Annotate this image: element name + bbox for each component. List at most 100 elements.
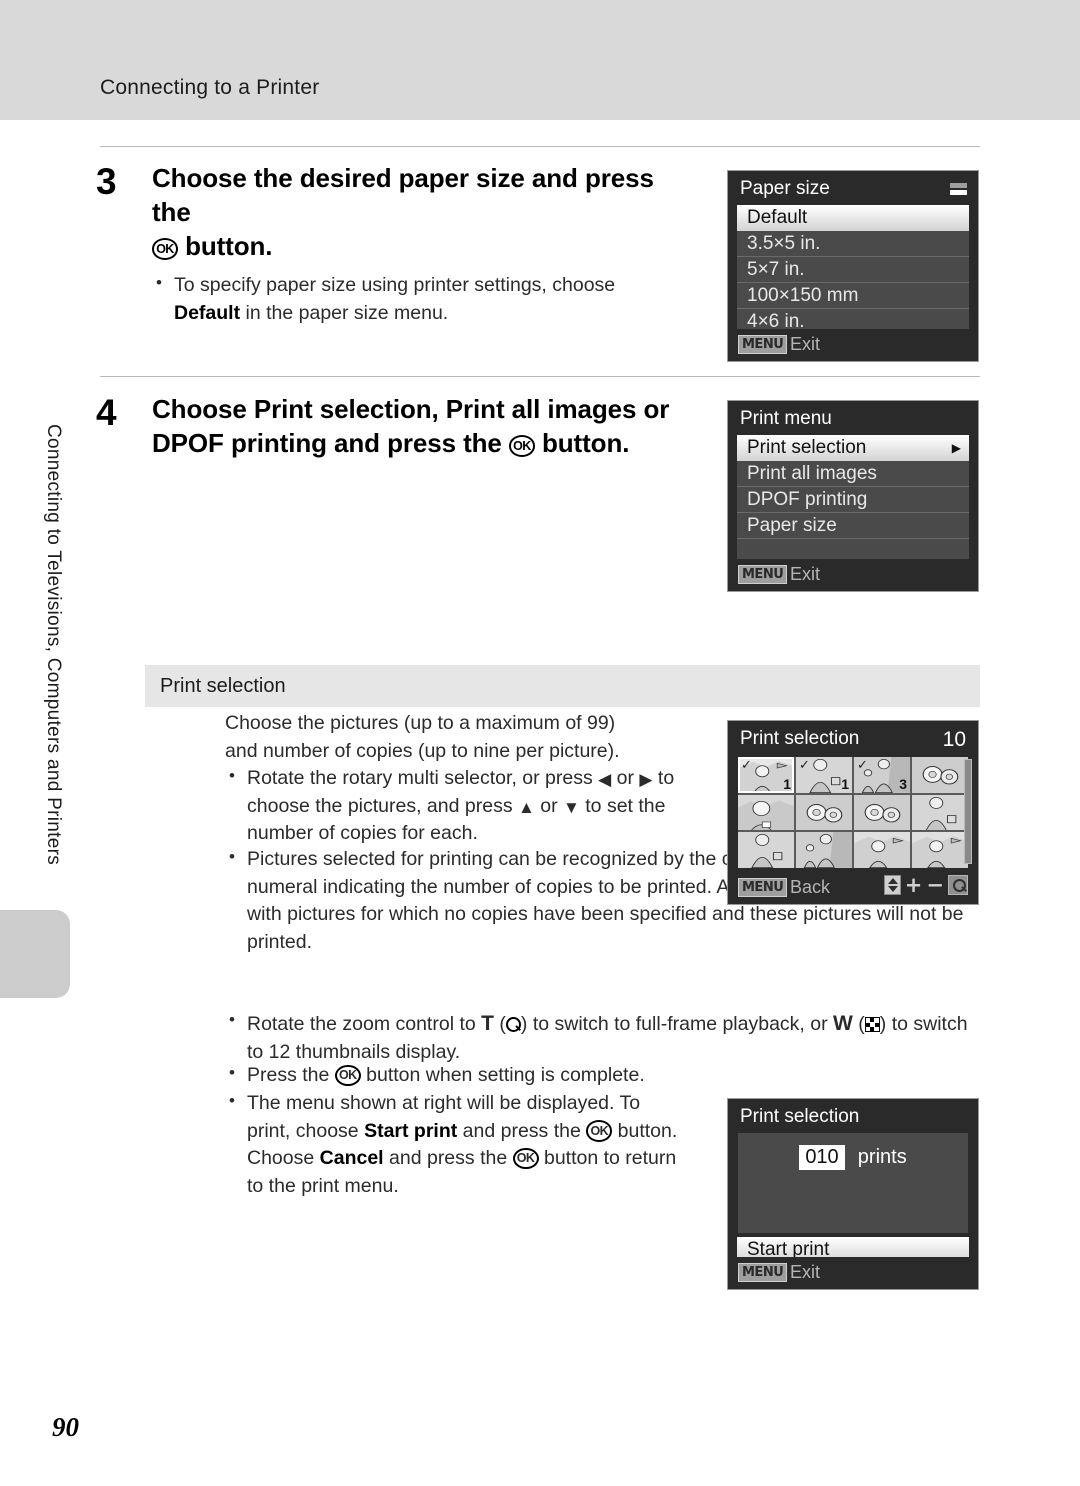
footer-action-label: Exit: [790, 564, 821, 584]
thumbnail-cell[interactable]: [912, 757, 968, 793]
step-4-end: button.: [541, 427, 630, 458]
section-intro-line1: Choose the pictures (up to a maximum of …: [225, 712, 616, 734]
b3-part1: Rotate the zoom control to: [247, 1013, 476, 1035]
thumbnail-cell[interactable]: [854, 832, 910, 868]
menu-item-print-all-images[interactable]: Print all images: [737, 461, 969, 487]
bullet-multi-selector: Rotate the rotary multi selector, or pre…: [225, 764, 695, 848]
thumbnail-cell[interactable]: [738, 832, 794, 868]
menu-item-label: Print selection: [747, 437, 867, 458]
footer-action-label: Back: [790, 877, 831, 897]
thumbnail-grid[interactable]: ✓ 1 ✓ 1 ✓ 3: [738, 757, 968, 868]
thumbnail-grid-icon: [864, 1017, 880, 1032]
menu-item-100x150[interactable]: 100×150 mm: [737, 283, 969, 309]
wide-zoom-label: W: [833, 1012, 853, 1035]
step-3-bullet-bold: Default: [174, 302, 241, 325]
screen-title: Paper size: [740, 178, 830, 199]
screen-title: Print menu: [740, 408, 832, 429]
ok-button-icon: OK: [152, 238, 178, 260]
selected-count: 10: [942, 728, 966, 751]
b5-bold-cancel: Cancel: [319, 1147, 384, 1170]
grid-scrollbar[interactable]: [964, 759, 972, 864]
thumbnail-cell[interactable]: [912, 832, 968, 868]
left-triangle-icon: ◀: [598, 770, 612, 789]
chevron-right-icon: ▶: [951, 441, 961, 455]
page-title: Connecting to a Printer: [100, 76, 320, 99]
b1-part4: or: [540, 794, 558, 817]
b5-part2: and press the: [462, 1119, 581, 1142]
bullet-press-ok: Press the OK button when setting is comp…: [225, 1061, 980, 1090]
step-4-title: Choose Print selection, Print all images…: [152, 393, 697, 461]
b1-part1: Rotate the rotary multi selector, or pre…: [247, 767, 593, 789]
screen-paper-size: Paper size Default 3.5×5 in. 5×7 in. 100…: [727, 170, 979, 362]
chapter-sidebar-label: Connecting to Televisions, Computers and…: [43, 424, 64, 866]
divider-step4: [100, 376, 980, 377]
prints-label: prints: [857, 1146, 907, 1168]
menu-button-badge[interactable]: MENU: [738, 565, 788, 584]
menu-item-dpof-printing[interactable]: DPOF printing: [737, 487, 969, 513]
b5-part4: and press the: [389, 1147, 508, 1170]
menu-item-print-selection[interactable]: Print selection ▶: [737, 435, 969, 461]
step-3-number: 3: [96, 161, 117, 202]
thumbnail-cell[interactable]: [738, 794, 794, 831]
thumbnail-cell[interactable]: [854, 794, 910, 831]
menu-item-paper-size[interactable]: Paper size: [737, 513, 969, 539]
thumbnail-cell[interactable]: [912, 794, 968, 831]
step-3-bullet-line2: in the paper size menu.: [245, 302, 449, 325]
ok-button-icon: OK: [512, 1147, 539, 1170]
check-mark-icon: ✓: [857, 758, 868, 773]
right-triangle-icon: ▶: [639, 770, 653, 789]
bullet-start-print-menu: The menu shown at right will be displaye…: [225, 1089, 680, 1201]
b5-bold-start-print: Start print: [364, 1119, 458, 1142]
section-intro-line2: and number of copies (up to nine per pic…: [225, 739, 620, 762]
menu-button-badge[interactable]: MENU: [738, 878, 788, 897]
menu-item-default[interactable]: Default: [737, 205, 969, 231]
thumbnail-cell[interactable]: [796, 832, 852, 868]
step-4-bold-dpof: DPOF printing: [152, 427, 327, 458]
paper-size-list[interactable]: Default 3.5×5 in. 5×7 in. 100×150 mm 4×6…: [737, 205, 969, 335]
screen-print-selection-grid: Print selection 10 ✓ 1 ✓ 1 ✓ 3 MENU Back…: [727, 720, 979, 905]
divider-top: [100, 146, 980, 147]
b4-part1: Press the: [247, 1064, 330, 1086]
check-mark-icon: ✓: [799, 758, 810, 773]
menu-item-label: 100×150 mm: [747, 285, 859, 306]
thumbnail-cell[interactable]: ✓ 3: [854, 757, 910, 793]
down-triangle-icon: ▼: [563, 797, 580, 817]
screen-footer: MENU Exit: [728, 1257, 978, 1289]
step-4-bold-print-selection: Print selection: [253, 394, 432, 424]
screen-title: Print selection: [740, 1106, 860, 1127]
prints-value[interactable]: 010: [799, 1145, 845, 1170]
minus-icon: −: [926, 873, 944, 897]
b4-part2: button when setting is complete.: [366, 1064, 645, 1086]
menu-item-3-5x5[interactable]: 3.5×5 in.: [737, 231, 969, 257]
plus-icon: +: [904, 873, 923, 897]
menu-item-label: Paper size: [747, 515, 837, 536]
thumbnail-cell[interactable]: [796, 794, 852, 831]
section-header-print-selection: Print selection: [145, 665, 980, 707]
menu-item-label: Default: [747, 207, 808, 228]
b3-part2: to switch to full-frame playback, or: [532, 1013, 828, 1035]
print-menu-list[interactable]: Print selection ▶ Print all images DPOF …: [737, 435, 969, 565]
thumbnail-cell[interactable]: ✓ 1: [796, 757, 852, 793]
magnifier-icon: [948, 875, 968, 895]
menu-button-badge[interactable]: MENU: [738, 1263, 788, 1282]
b1-part2: or: [616, 767, 634, 789]
chapter-sidebar: Connecting to Televisions, Computers and…: [38, 424, 68, 894]
screen-print-menu: Print menu Print selection ▶ Print all i…: [727, 400, 979, 592]
ok-button-icon: OK: [508, 435, 535, 457]
prints-panel: 010 prints: [738, 1133, 968, 1233]
magnifier-icon: [505, 1017, 521, 1032]
footer-icon-group: + −: [883, 873, 968, 897]
up-triangle-icon: ▲: [518, 797, 535, 817]
step-3-bullet: To specify paper size using printer sett…: [152, 271, 692, 327]
copies-count: 1: [783, 775, 791, 792]
menu-item-5x7[interactable]: 5×7 in.: [737, 257, 969, 283]
menu-item-label: 3.5×5 in.: [747, 233, 821, 254]
chapter-tab-marker: [0, 910, 70, 998]
ok-button-icon: OK: [334, 1064, 361, 1087]
step-4-or: or: [643, 394, 670, 424]
screen-title: Print selection: [740, 728, 860, 749]
thumbnail-cell[interactable]: ✓ 1: [738, 757, 794, 793]
menu-button-badge[interactable]: MENU: [738, 335, 788, 354]
section-intro: Choose the pictures (up to a maximum of …: [225, 710, 685, 765]
menu-item-label: Print all images: [747, 463, 877, 484]
